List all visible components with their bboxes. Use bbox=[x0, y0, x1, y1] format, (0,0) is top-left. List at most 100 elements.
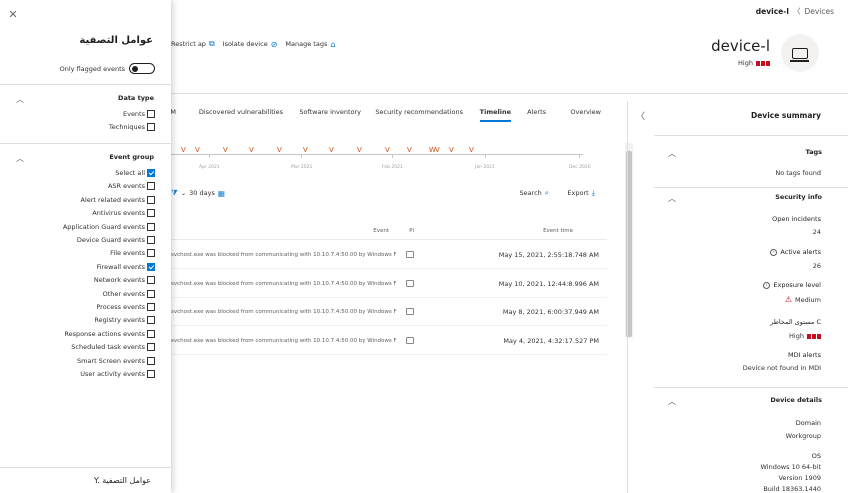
chevron-left-icon[interactable]: 〈 bbox=[636, 109, 645, 122]
checkbox[interactable] bbox=[147, 123, 155, 131]
checkbox-row[interactable]: Network events bbox=[94, 275, 155, 285]
only-flagged-toggle[interactable] bbox=[129, 63, 155, 74]
search-button[interactable]: Search ⌕ bbox=[519, 188, 549, 198]
column-event[interactable]: Event bbox=[373, 228, 389, 234]
checkbox[interactable] bbox=[147, 262, 155, 271]
column-flag[interactable]: Pi bbox=[409, 228, 414, 234]
export-button[interactable]: Export ⤓ bbox=[567, 188, 595, 198]
checkbox[interactable] bbox=[147, 356, 155, 365]
checkbox[interactable] bbox=[147, 169, 155, 177]
checkbox-row[interactable]: Scheduled task events bbox=[71, 342, 155, 352]
timeline-event-marker[interactable]: V bbox=[329, 146, 334, 154]
tab-software-inventory[interactable]: Software inventory bbox=[299, 108, 361, 116]
column-event-time[interactable]: Event time bbox=[543, 228, 573, 234]
open-incidents-label: Open incidents bbox=[772, 215, 821, 223]
timeline-event-marker[interactable]: V bbox=[303, 146, 308, 154]
checkbox[interactable] bbox=[147, 303, 155, 311]
tab-overview[interactable]: Overview bbox=[570, 108, 601, 116]
tab-timeline[interactable]: Timeline bbox=[479, 108, 512, 122]
checkbox-row[interactable]: Other events bbox=[103, 289, 155, 299]
isolate-device-button[interactable]: Isolate device ⊘ bbox=[223, 40, 278, 49]
checkbox-label: Alert related events bbox=[80, 195, 146, 204]
tab-discovered-vulnerabilities[interactable]: Discovered vulnerabilities bbox=[199, 108, 283, 116]
checkbox[interactable] bbox=[147, 289, 155, 298]
timeline-event-marker[interactable]: V bbox=[435, 146, 440, 154]
filter-panel: ✕ عوامل التصفية Only flagged events ︿ Da… bbox=[0, 0, 171, 493]
event-timeline[interactable]: VVVVVVVVVVWVVV Dec 2020 Jan 2021 Feb 2021 M… bbox=[171, 140, 591, 180]
only-flagged-toggle-row[interactable]: Only flagged events bbox=[60, 63, 155, 74]
isolate-icon: ⊘ bbox=[270, 39, 278, 49]
footer-text[interactable]: Y. عوامل التصفية bbox=[94, 476, 151, 485]
breadcrumb-devices[interactable]: Devices bbox=[804, 7, 834, 16]
checkbox-row[interactable]: Alert related events bbox=[80, 195, 155, 205]
open-incidents-value: 24 bbox=[812, 228, 821, 236]
checkbox-label: Other events bbox=[102, 289, 145, 298]
checkbox[interactable] bbox=[147, 222, 155, 231]
checkbox-label: Device Guard events bbox=[76, 236, 145, 244]
checkbox[interactable] bbox=[147, 316, 155, 325]
data-type-section-header[interactable]: ︿ Data type bbox=[0, 94, 171, 106]
timeline-event-marker[interactable]: V bbox=[195, 146, 200, 154]
table-row[interactable]: svchost.exe was blocked from communicati… bbox=[171, 243, 607, 269]
info-icon[interactable]: i bbox=[763, 281, 771, 289]
date-range-picker[interactable]: ⧩ ⌄ 30 days ▦ bbox=[171, 188, 225, 198]
chevron-up-icon[interactable]: ︿ bbox=[16, 94, 24, 105]
checkbox[interactable] bbox=[147, 343, 155, 352]
timeline-event-marker[interactable]: V bbox=[357, 146, 362, 154]
table-row[interactable]: svchost.exe was blocked from communicati… bbox=[171, 329, 607, 355]
manage-tags-label: Manage tags bbox=[285, 40, 328, 48]
timeline-event-marker[interactable]: V bbox=[469, 146, 474, 154]
checkbox-row[interactable]: Application Guard events bbox=[63, 222, 155, 232]
timeline-event-marker[interactable]: V bbox=[223, 146, 228, 154]
download-icon: ⤓ bbox=[591, 188, 595, 197]
restrict-app-button[interactable]: Restrict ap ⧉ bbox=[171, 39, 215, 49]
tab-alerts[interactable]: Alerts bbox=[527, 108, 546, 116]
timeline-event-marker[interactable]: V bbox=[249, 146, 254, 154]
security-info-section-header[interactable]: ︿ Security info bbox=[654, 193, 848, 205]
checkbox-row[interactable]: Smart Screen events bbox=[77, 356, 155, 366]
checkbox[interactable] bbox=[147, 182, 155, 191]
timeline-date-label: Mar 2021 bbox=[291, 165, 313, 170]
chevron-up-icon[interactable]: ︿ bbox=[668, 396, 676, 407]
timeline-event-marker[interactable]: V bbox=[277, 146, 282, 154]
chevron-up-icon[interactable]: ︿ bbox=[16, 153, 24, 164]
chevron-up-icon[interactable]: ︿ bbox=[668, 148, 676, 159]
tags-section-header[interactable]: ︿ Tags bbox=[654, 148, 848, 160]
close-icon[interactable]: ✕ bbox=[7, 9, 19, 21]
checkbox-row[interactable]: User activity events bbox=[80, 369, 155, 379]
tab-more[interactable]: M bbox=[170, 108, 176, 116]
checkbox-row[interactable]: ASR events bbox=[108, 181, 155, 191]
checkbox[interactable] bbox=[147, 195, 155, 204]
checkbox[interactable] bbox=[147, 276, 155, 285]
timeline-event-marker[interactable]: V bbox=[407, 146, 412, 154]
checkbox-row[interactable]: Response actions events bbox=[64, 329, 155, 339]
checkbox-row[interactable]: Antivirus events bbox=[92, 208, 155, 218]
checkbox[interactable] bbox=[147, 370, 155, 378]
checkbox-row[interactable]: File events bbox=[110, 248, 155, 258]
timeline-event-marker[interactable]: V bbox=[385, 146, 390, 154]
event-group-section-header[interactable]: ︿ Event group bbox=[0, 153, 171, 165]
chevron-up-icon[interactable]: ︿ bbox=[668, 193, 676, 204]
checkbox-events[interactable]: Events bbox=[123, 109, 155, 119]
checkbox[interactable] bbox=[147, 209, 155, 218]
checkbox-row[interactable]: Firewall events bbox=[97, 262, 155, 272]
checkbox[interactable] bbox=[147, 110, 155, 118]
info-icon[interactable]: i bbox=[770, 248, 778, 256]
checkbox-techniques[interactable]: Techniques bbox=[109, 122, 155, 132]
manage-tags-button[interactable]: Manage tags ⌂ bbox=[285, 40, 335, 49]
checkbox-row[interactable]: Process events bbox=[96, 302, 155, 312]
laptop-icon bbox=[790, 47, 809, 62]
firewall-icon bbox=[406, 279, 414, 287]
table-row[interactable]: svchost.exe was blocked from communicati… bbox=[171, 300, 607, 326]
checkbox[interactable] bbox=[147, 236, 155, 244]
timeline-event-marker[interactable]: V bbox=[449, 146, 454, 154]
checkbox-row[interactable]: Select all bbox=[115, 168, 155, 178]
checkbox[interactable] bbox=[147, 249, 155, 258]
checkbox-row[interactable]: Device Guard events bbox=[77, 235, 155, 245]
tab-security-recommendations[interactable]: Security recommendations bbox=[375, 108, 463, 116]
table-row[interactable]: svchost.exe was blocked from communicati… bbox=[171, 272, 607, 298]
checkbox[interactable] bbox=[147, 329, 155, 338]
device-details-section-header[interactable]: ︿ Device details bbox=[654, 396, 848, 408]
checkbox-row[interactable]: Registry events bbox=[94, 315, 155, 325]
timeline-event-marker[interactable]: V bbox=[181, 146, 186, 154]
